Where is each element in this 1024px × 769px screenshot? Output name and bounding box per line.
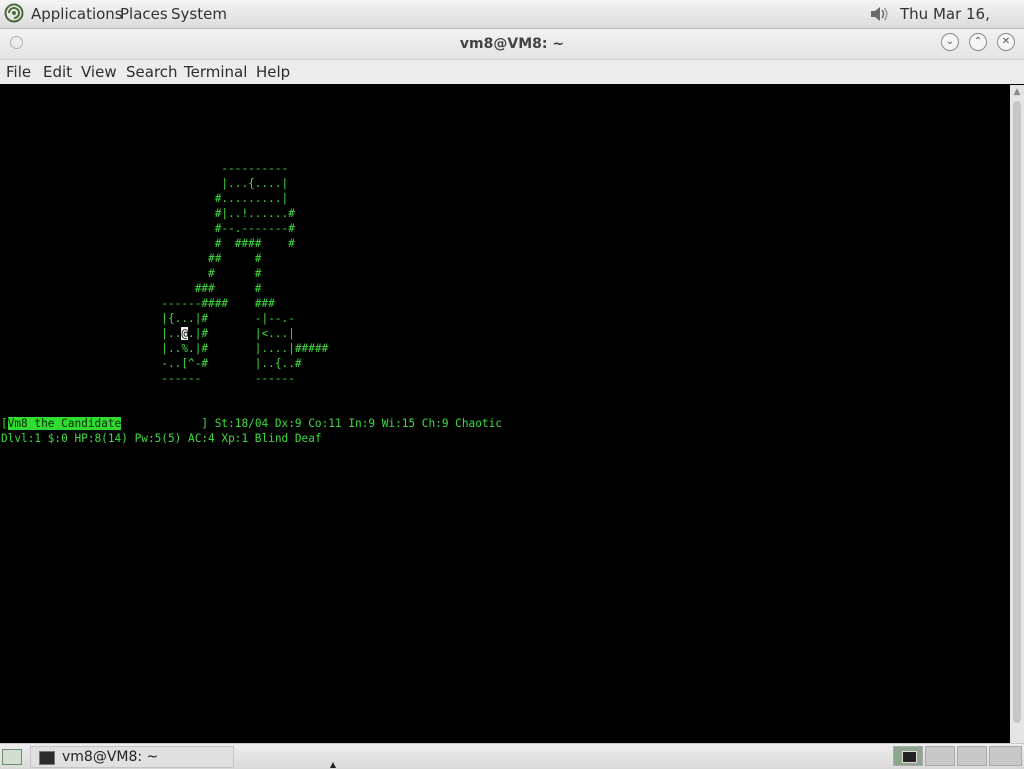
- window-titlebar[interactable]: vm8@VM8: ~ ⌄ ⌃ ✕: [0, 29, 1024, 60]
- system-menu[interactable]: System: [171, 0, 227, 28]
- terminal-screen[interactable]: ---------- |...{....| #.........| #|..!.…: [0, 85, 1010, 743]
- mouse-pointer-icon: [330, 762, 336, 768]
- character-name: Vm8 the Candidate: [7, 417, 122, 430]
- workspace-1[interactable]: [893, 746, 923, 766]
- map-line: |{...|# -|--.-: [1, 312, 295, 325]
- status-bracket: [: [1, 417, 8, 430]
- scroll-up-icon[interactable]: ▲: [1012, 87, 1022, 97]
- speaker-icon[interactable]: [868, 4, 890, 24]
- status-line-dungeon: Dlvl:1 $:0 HP:8(14) Pw:5(5) AC:4 Xp:1 Bl…: [1, 432, 322, 445]
- menu-file[interactable]: File: [6, 60, 31, 84]
- close-icon[interactable]: ✕: [997, 33, 1015, 51]
- map-line: #|..!......#: [1, 207, 295, 220]
- menu-help[interactable]: Help: [256, 60, 290, 84]
- scrollbar-thumb[interactable]: [1013, 101, 1021, 723]
- map-line: ## #: [1, 252, 262, 265]
- map-line: |..%.|# |....|#####: [1, 342, 329, 355]
- map-line: #--.-------#: [1, 222, 295, 235]
- map-line-after-cursor: .|# |<...|: [188, 327, 295, 340]
- menu-terminal[interactable]: Terminal: [184, 60, 247, 84]
- terminal-menubar: File Edit View Search Terminal Help: [0, 60, 1024, 84]
- status-line-attributes: [Vm8 the Candidate ] St:18/04 Dx:9 Co:11…: [1, 416, 502, 431]
- workspace-2[interactable]: [925, 746, 955, 766]
- window-title: vm8@VM8: ~: [459, 36, 565, 52]
- maximize-icon[interactable]: ⌃: [969, 33, 987, 51]
- map-line: ### #: [1, 282, 262, 295]
- map-line: ------ ------: [1, 372, 295, 385]
- map-line: # #: [1, 267, 262, 280]
- terminal-icon: [39, 751, 55, 765]
- clock[interactable]: Thu Mar 16, 06:20: [900, 0, 1024, 51]
- map-line: ------#### ###: [1, 297, 275, 310]
- bottom-panel: vm8@VM8: ~: [0, 743, 1024, 769]
- status-attributes: ] St:18/04 Dx:9 Co:11 In:9 Wi:15 Ch:9 Ch…: [121, 417, 502, 430]
- workspace-window-preview: [902, 751, 917, 763]
- map-line-before-cursor: |..: [1, 327, 182, 340]
- menu-search[interactable]: Search: [126, 60, 178, 84]
- menu-edit[interactable]: Edit: [43, 60, 72, 84]
- terminal-scrollbar[interactable]: ▲: [1010, 85, 1024, 743]
- places-menu[interactable]: Places: [120, 0, 168, 28]
- menu-view[interactable]: View: [81, 60, 117, 84]
- taskbar-window-label: vm8@VM8: ~: [62, 749, 159, 765]
- map-line-player: |..@.|# |<...|: [1, 326, 295, 341]
- top-panel: Applications Places System Thu Mar 16, 0…: [0, 0, 1024, 51]
- applications-menu[interactable]: Applications: [31, 0, 123, 28]
- taskbar-window-button[interactable]: vm8@VM8: ~: [30, 746, 234, 768]
- map-line: # #### #: [1, 237, 295, 250]
- map-line: ----------: [1, 162, 289, 175]
- show-desktop-icon[interactable]: [2, 749, 22, 765]
- map-line: |...{....|: [1, 177, 289, 190]
- map-line: -..[^-# |..{..#: [1, 357, 302, 370]
- map-line: #.........|: [1, 192, 289, 205]
- workspace-4[interactable]: [989, 746, 1022, 766]
- distro-logo-icon[interactable]: [4, 3, 24, 23]
- minimize-icon[interactable]: ⌄: [941, 33, 959, 51]
- workspace-3[interactable]: [957, 746, 987, 766]
